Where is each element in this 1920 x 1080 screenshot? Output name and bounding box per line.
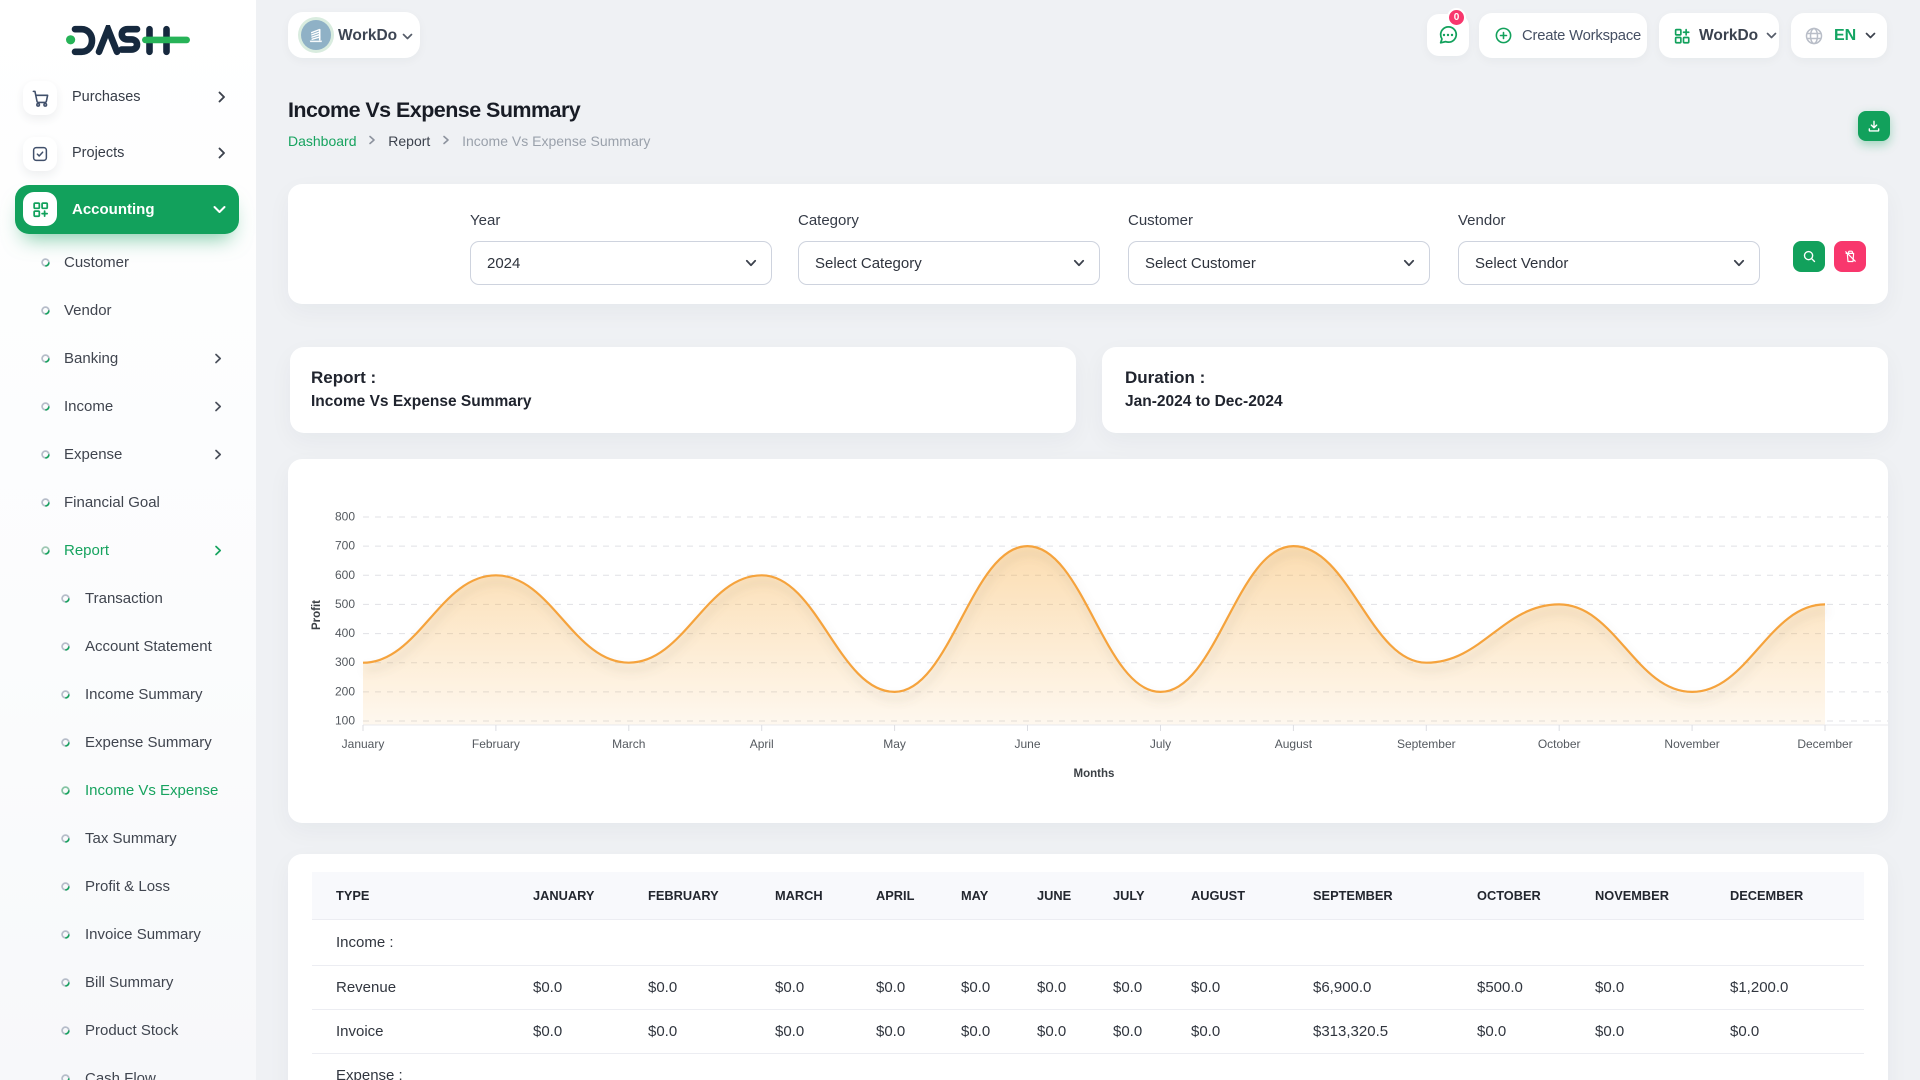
svg-text:Months: Months <box>1074 768 1115 780</box>
svg-text:July: July <box>1150 737 1171 751</box>
svg-text:October: October <box>1538 737 1581 751</box>
svg-text:April: April <box>750 737 774 751</box>
svg-text:100: 100 <box>335 714 355 728</box>
svg-text:700: 700 <box>335 539 355 553</box>
svg-text:December: December <box>1797 737 1852 751</box>
svg-text:August: August <box>1275 737 1313 751</box>
svg-text:June: June <box>1014 737 1040 751</box>
svg-text:Profit: Profit <box>311 600 323 630</box>
svg-text:400: 400 <box>335 626 355 640</box>
svg-text:800: 800 <box>335 510 355 524</box>
svg-text:600: 600 <box>335 568 355 582</box>
svg-text:February: February <box>472 737 520 751</box>
svg-text:January: January <box>342 737 385 751</box>
svg-text:September: September <box>1397 737 1456 751</box>
svg-text:November: November <box>1664 737 1719 751</box>
svg-text:May: May <box>883 737 906 751</box>
svg-text:200: 200 <box>335 684 355 698</box>
svg-text:March: March <box>612 737 645 751</box>
svg-text:500: 500 <box>335 597 355 611</box>
svg-text:300: 300 <box>335 655 355 669</box>
